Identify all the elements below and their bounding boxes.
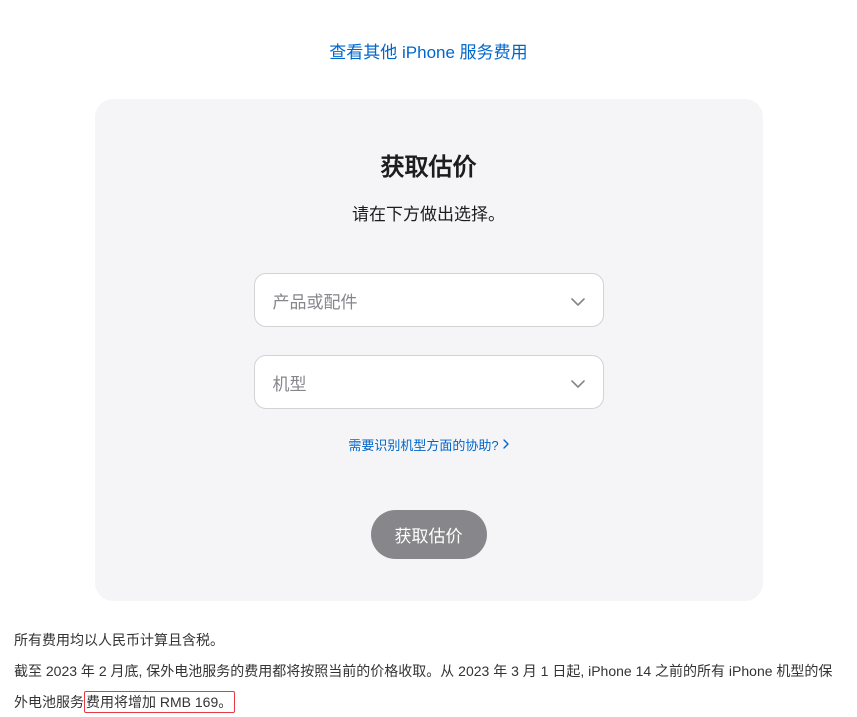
model-select-placeholder: 机型	[273, 370, 307, 395]
chevron-down-icon	[571, 372, 585, 393]
footnote-line1: 所有费用均以人民币计算且含税。	[14, 625, 843, 656]
chevron-down-icon	[571, 290, 585, 311]
estimate-card: 获取估价 请在下方做出选择。 产品或配件 机型 需要识别机型方面的协助?	[95, 99, 763, 601]
product-select-placeholder: 产品或配件	[273, 288, 358, 313]
identify-model-help-link[interactable]: 需要识别机型方面的协助?	[348, 435, 508, 454]
card-title: 获取估价	[151, 147, 707, 182]
footnotes: 所有费用均以人民币计算且含税。 截至 2023 年 2 月底, 保外电池服务的费…	[14, 625, 843, 717]
get-estimate-button[interactable]: 获取估价	[371, 510, 487, 559]
other-iphone-service-link[interactable]: 查看其他 iPhone 服务费用	[329, 43, 527, 62]
identify-model-help-label: 需要识别机型方面的协助?	[348, 435, 498, 454]
footnote-line2: 截至 2023 年 2 月底, 保外电池服务的费用都将按照当前的价格收取。从 2…	[14, 656, 843, 717]
model-select[interactable]: 机型	[254, 355, 604, 409]
product-select-wrap: 产品或配件	[254, 273, 604, 327]
model-select-wrap: 机型	[254, 355, 604, 409]
card-subtitle: 请在下方做出选择。	[151, 200, 707, 225]
chevron-right-icon	[503, 438, 509, 452]
top-link-container: 查看其他 iPhone 服务费用	[14, 38, 843, 63]
product-select[interactable]: 产品或配件	[254, 273, 604, 327]
highlighted-price-change: 费用将增加 RMB 169。	[84, 691, 235, 714]
